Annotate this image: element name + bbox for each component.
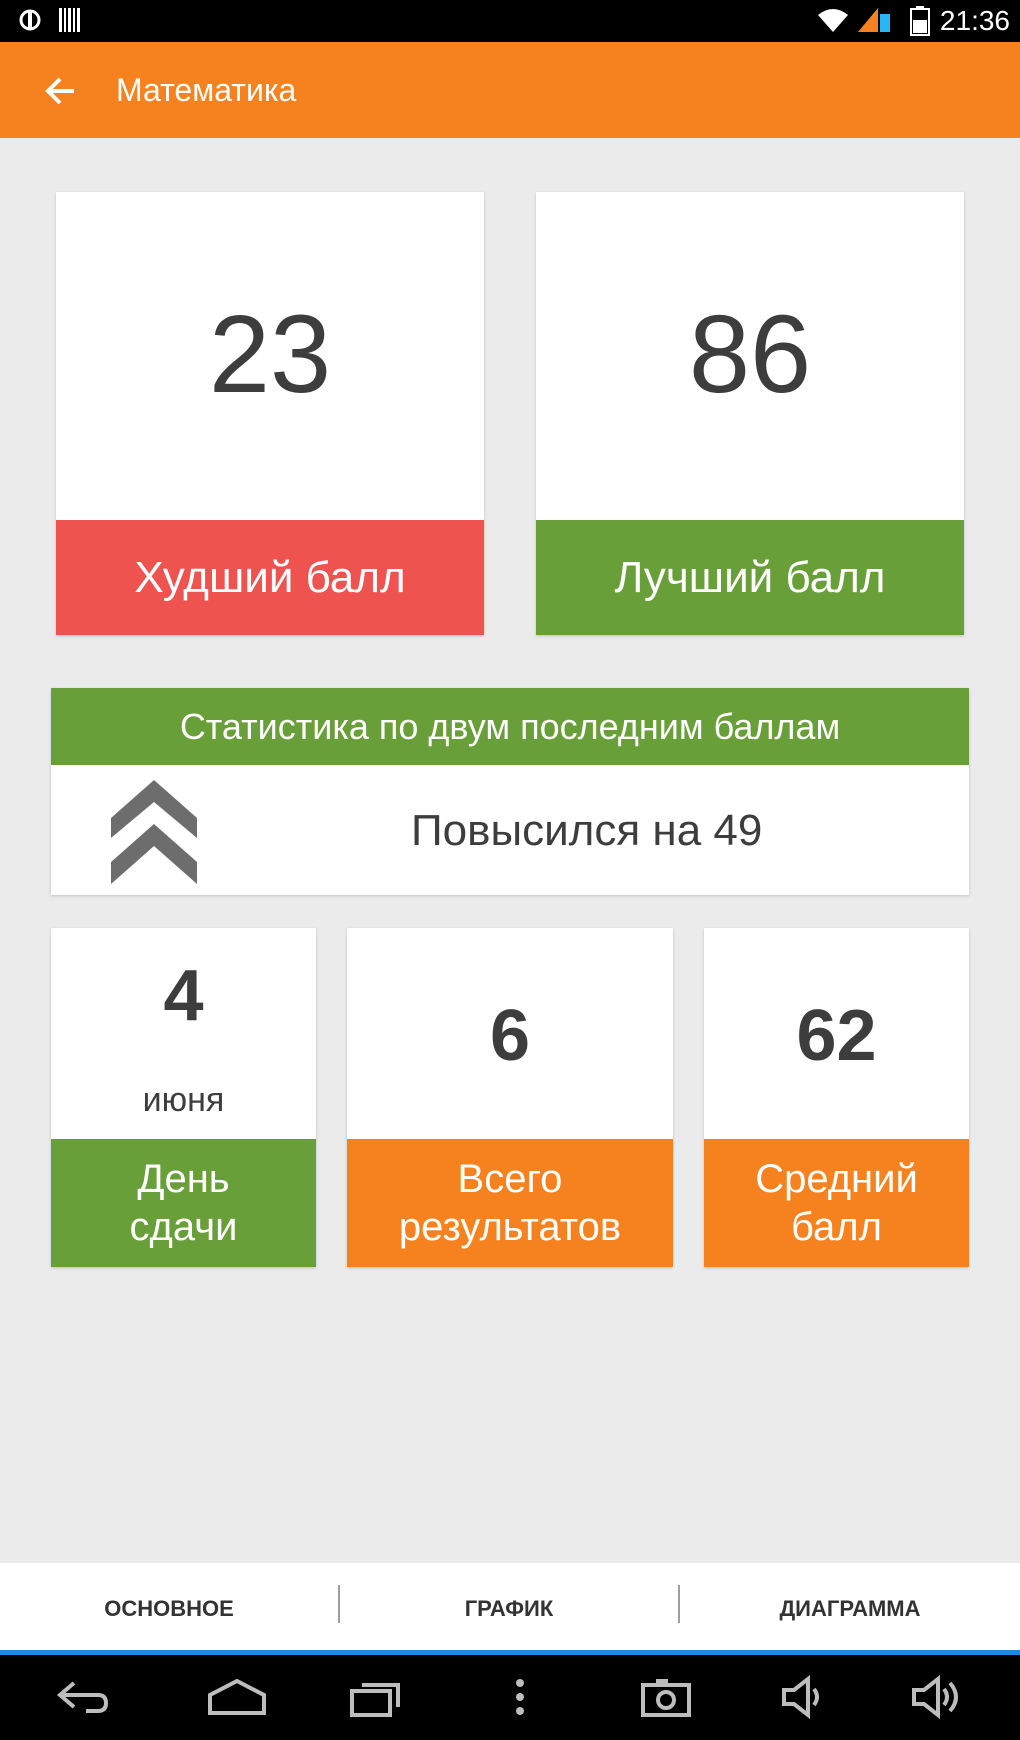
tab-main-label: ОСНОВНОЕ <box>104 1596 234 1621</box>
recents-icon[interactable] <box>348 1675 404 1719</box>
status-bar: 21:36 <box>0 0 1020 42</box>
barcode-icon <box>59 8 80 32</box>
clock: 21:36 <box>939 5 1010 36</box>
system-nav-bar <box>0 1655 1020 1740</box>
signal-icon <box>858 8 890 32</box>
best-score-label: Лучший балл <box>536 520 964 635</box>
worst-score-label: Худший балл <box>56 520 484 635</box>
exam-day-label-line2: сдачи <box>129 1205 238 1249</box>
total-results-card: 6 Всего результатов <box>347 928 673 1267</box>
volume-down-icon[interactable] <box>780 1675 830 1719</box>
exam-day-label-line1: День <box>137 1157 230 1201</box>
exam-day-value: 4 <box>163 956 204 1036</box>
average-score-card: 62 Средний балл <box>704 928 969 1267</box>
arrow-left-icon[interactable] <box>44 76 78 106</box>
tab-graph-label: ГРАФИК <box>464 1596 554 1621</box>
tab-graph[interactable]: ГРАФИК <box>340 1563 678 1655</box>
total-results-label: Всего результатов <box>347 1139 673 1267</box>
battery-icon <box>910 6 930 36</box>
back-icon[interactable] <box>54 1675 110 1719</box>
average-score-label: Средний балл <box>704 1139 969 1267</box>
worst-score-label-text: Худший балл <box>134 553 406 602</box>
volume-up-icon[interactable] <box>910 1675 966 1719</box>
app-bar: Математика <box>0 42 1020 138</box>
home-icon[interactable] <box>206 1675 268 1719</box>
best-score-value: 86 <box>688 293 812 416</box>
trend-text: Повысился на 49 <box>411 806 763 855</box>
bottom-tabs: ОСНОВНОЕ ГРАФИК ДИАГРАММА <box>0 1563 1020 1655</box>
exam-day-label: День сдачи <box>51 1139 316 1267</box>
menu-icon[interactable] <box>512 1675 528 1719</box>
tab-diagram-label: ДИАГРАММА <box>779 1596 921 1621</box>
exam-day-card: 4 июня День сдачи <box>51 928 316 1267</box>
best-score-label-text: Лучший балл <box>614 553 886 602</box>
double-chevron-up-icon <box>111 780 197 884</box>
average-score-label-line1: Средний <box>755 1157 918 1201</box>
last-two-stats-card: Статистика по двум последним баллам Повы… <box>51 688 969 895</box>
total-results-value: 6 <box>489 996 531 1076</box>
tab-main[interactable]: ОСНОВНОЕ <box>0 1563 338 1655</box>
exam-day-month: июня <box>142 1081 225 1119</box>
last-two-stats-header-text: Статистика по двум последним баллам <box>179 706 841 747</box>
screenshot-icon[interactable] <box>640 1675 692 1719</box>
tab-diagram[interactable]: ДИАГРАММА <box>680 1563 1020 1655</box>
total-results-label-line2: результатов <box>398 1205 622 1249</box>
average-score-label-line2: балл <box>791 1205 882 1249</box>
last-two-stats-header: Статистика по двум последним баллам <box>51 688 969 765</box>
best-score-card: 86 Лучший балл <box>536 192 964 635</box>
total-results-label-line1: Всего <box>457 1157 563 1201</box>
average-score-value: 62 <box>796 996 877 1076</box>
worst-score-value: 23 <box>208 293 332 416</box>
page-title: Математика <box>116 72 297 108</box>
worst-score-card: 23 Худший балл <box>56 192 484 635</box>
wifi-icon <box>818 9 848 32</box>
usb-debug-icon <box>19 9 41 31</box>
